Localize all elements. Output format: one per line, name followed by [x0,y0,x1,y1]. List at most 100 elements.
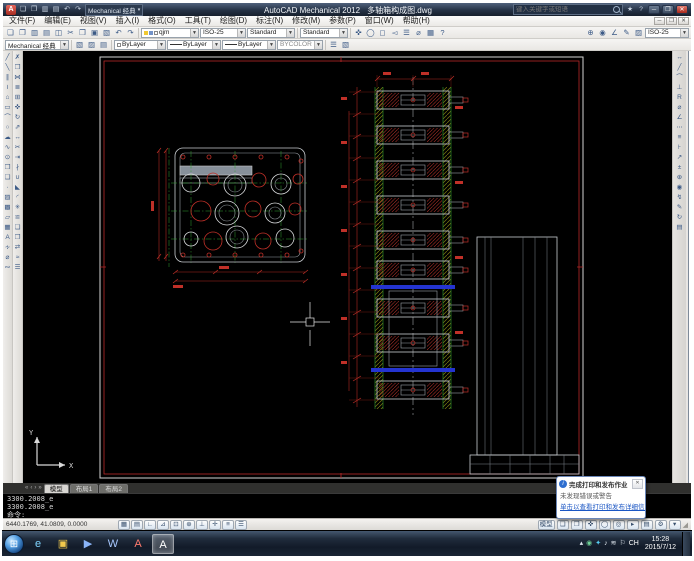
ducs-toggle[interactable]: ⊥ [196,520,208,530]
plotstyle-dropdown[interactable]: BYCOLOR▼ [277,40,323,50]
show-motion-icon[interactable]: ▸ [627,520,639,530]
cut-icon[interactable]: ✂ [65,27,76,38]
line-icon[interactable]: ╱ [3,53,12,62]
exchange-icon[interactable]: ★ [625,5,635,15]
tray-action-center-icon[interactable]: ⚐ [619,534,625,554]
dim-style-dropdown[interactable]: ISO-25▼ [200,28,246,38]
menu-draw[interactable]: 绘图(D) [216,16,251,26]
osnap-toggle[interactable]: ⊡ [170,520,182,530]
snap-toggle[interactable]: ▦ [118,520,130,530]
lengthen-icon[interactable]: ⇄ [13,243,22,252]
drawing-canvas[interactable]: X Y [23,51,672,483]
menu-modify[interactable]: 修改(M) [288,16,324,26]
edit-polyline-icon[interactable]: ≈ [13,253,22,262]
workspace-dropdown[interactable]: Mechanical 经典 ▾ [85,4,143,16]
angular-dim-icon[interactable]: ∠ [609,27,620,38]
tab-last-icon[interactable]: » [38,484,41,493]
tab-first-icon[interactable]: « [25,484,28,493]
quick-properties-icon[interactable]: ☰ [13,263,22,272]
show-desktop-button[interactable] [682,532,690,556]
qat-plot-icon[interactable]: ▤ [51,5,61,15]
dyn-toggle[interactable]: ✛ [209,520,221,530]
workspace-gear-icon[interactable]: ⚙ [655,520,667,530]
gradient-icon[interactable]: ▩ [3,203,12,212]
search-icon[interactable] [613,6,620,13]
dim-angular-icon[interactable]: ∠ [675,113,684,122]
table-cells-icon[interactable]: ▦ [3,223,12,232]
chamfer-icon[interactable]: ◣ [13,183,22,192]
tray-network-icon[interactable]: ≋ [611,534,617,554]
layer-states-icon[interactable]: ▨ [86,39,97,50]
table-style-dropdown[interactable]: Standard▼ [300,28,348,38]
mirror-icon[interactable]: ⋈ [13,73,22,82]
scale-icon[interactable]: ⇗ [13,123,22,132]
linetype-dropdown[interactable]: ByLayer▼ [167,40,221,50]
erase-icon[interactable]: ✗ [13,53,22,62]
hatch-icon[interactable]: ▨ [3,193,12,202]
lwt-toggle[interactable]: ≡ [222,520,234,530]
dim-continue-icon[interactable]: ⊦ [675,143,684,152]
zoom-previous-icon[interactable]: ◅ [389,27,400,38]
insert-block-icon[interactable]: ❒ [3,163,12,172]
quick-view-drawings-icon[interactable]: ❐ [571,520,583,530]
zoom-realtime-icon[interactable]: ◯ [365,27,376,38]
match-properties-icon[interactable]: ▧ [101,27,112,38]
trim-icon[interactable]: ✂ [13,143,22,152]
properties-icon[interactable]: ☰ [401,27,412,38]
layer-dropdown[interactable]: qjm ▼ [141,28,199,38]
language-indicator[interactable]: CH [629,540,639,547]
quick-view-layouts-icon[interactable]: ❏ [557,520,569,530]
minimize-button[interactable]: ─ [648,5,660,14]
join-icon[interactable]: ∪ [13,173,22,182]
menu-window[interactable]: 窗口(W) [361,16,398,26]
align-icon[interactable]: ≌ [13,213,22,222]
app-icon[interactable]: A [6,5,16,15]
menu-file[interactable]: 文件(F) [5,16,39,26]
circle-icon[interactable]: ○ [3,123,12,132]
clock[interactable]: 15:28 2015/7/12 [642,536,679,552]
tab-layout1[interactable]: 布局1 [70,484,99,493]
tab-layout2[interactable]: 布局2 [99,484,128,493]
help-icon[interactable]: ? [636,5,646,15]
menu-edit[interactable]: 编辑(E) [40,16,75,26]
tray-app-green-icon[interactable]: ◉ [586,534,592,554]
quick-dim-icon[interactable]: ⋯ [675,123,684,132]
qat-open-icon[interactable]: ❐ [29,5,39,15]
taskbar-autocad-icon[interactable]: A [152,534,174,554]
status-menu-icon[interactable]: ▾ [669,520,681,530]
taskbar-ie-icon[interactable]: e [27,534,49,554]
pan-icon[interactable]: ✜ [353,27,364,38]
steering-wheel-icon[interactable]: ◎ [613,520,625,530]
leader-icon[interactable]: ↗ [675,153,684,162]
hatch-edit-icon[interactable]: ▨ [633,27,644,38]
arc-icon[interactable]: ⌒ [3,113,12,122]
stretch-icon[interactable]: ↔ [13,133,22,142]
qat-save-icon[interactable]: ▥ [40,5,50,15]
polar-toggle[interactable]: ⊿ [157,520,169,530]
qat-redo-icon[interactable]: ↷ [73,5,83,15]
menu-format[interactable]: 格式(O) [144,16,180,26]
rectangle-icon[interactable]: ▭ [3,103,12,112]
properties-palette-icon[interactable]: ☰ [328,39,339,50]
polygon-icon[interactable]: ⌂ [3,93,12,102]
open-icon[interactable]: ❐ [17,27,28,38]
resize-grip[interactable]: ◢ [683,521,688,529]
tolerance-icon[interactable]: ± [675,163,684,172]
start-button[interactable]: ⊞ [4,534,24,554]
plotter-status-icon[interactable]: ▤ [641,520,653,530]
tab-prev-icon[interactable]: ‹ [30,484,32,493]
layer-properties-icon[interactable]: ▧ [74,39,85,50]
ungroup-icon[interactable]: ❐ [13,233,22,242]
helix-icon[interactable]: ∾ [3,263,12,272]
measure-icon[interactable]: ⌀ [413,27,424,38]
save-icon[interactable]: ▥ [29,27,40,38]
plot-icon[interactable]: ▤ [41,27,52,38]
region-icon[interactable]: ▱ [3,213,12,222]
taskbar-word-icon[interactable]: W [102,534,124,554]
qat-new-icon[interactable]: ❏ [18,5,28,15]
taskbar-media-icon[interactable]: ▶ [77,534,99,554]
dim-update-icon[interactable]: ↻ [675,213,684,222]
menu-parametric[interactable]: 参数(P) [325,16,360,26]
offset-icon[interactable]: ≣ [13,83,22,92]
move-icon[interactable]: ✜ [13,103,22,112]
